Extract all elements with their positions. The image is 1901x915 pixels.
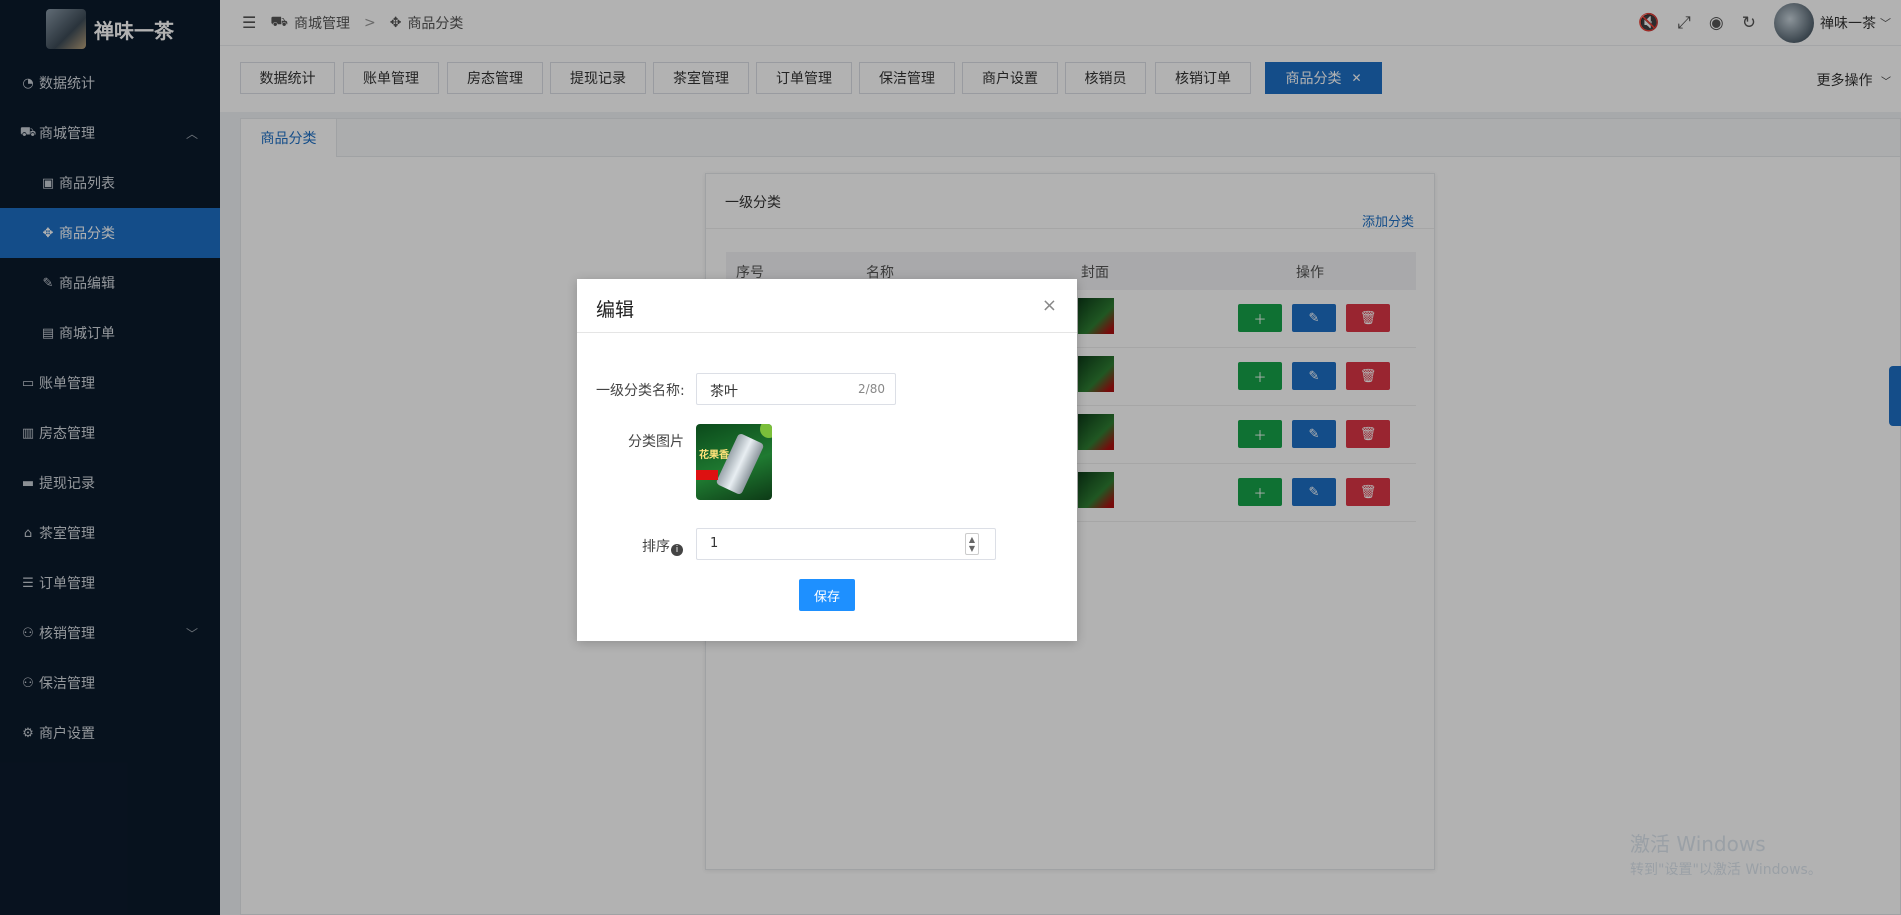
save-button[interactable]: 保存	[799, 579, 855, 611]
watermark-line2: 转到"设置"以激活 Windows。	[1630, 862, 1822, 878]
number-spinner[interactable]: ▲ ▼	[965, 533, 979, 555]
spin-down-icon[interactable]: ▼	[969, 544, 975, 553]
tea-can-graphic	[715, 432, 765, 496]
leaf-graphic	[760, 424, 772, 438]
edit-dialog: 编辑 × 一级分类名称: 茶叶 2/80 分类图片 花果香 排序 i 1 ▲ ▼ …	[577, 279, 1077, 641]
image-text: 花果香	[699, 450, 729, 461]
sort-label: 排序 i	[642, 536, 683, 556]
category-image-upload[interactable]: 花果香	[696, 424, 772, 500]
info-icon[interactable]: i	[671, 544, 683, 556]
sort-label-text: 排序	[642, 539, 670, 555]
close-icon[interactable]: ×	[1042, 295, 1057, 316]
windows-activation-watermark: 激活 Windows 转到"设置"以激活 Windows。	[1630, 828, 1822, 879]
sort-number-input[interactable]: 1 ▲ ▼	[696, 528, 996, 560]
red-tag-graphic	[696, 470, 718, 480]
spin-up-icon[interactable]: ▲	[969, 535, 975, 544]
input-value: 茶叶	[710, 384, 738, 400]
category-image-label: 分类图片	[628, 434, 684, 450]
watermark-line1: 激活 Windows	[1630, 832, 1766, 856]
dialog-title: 编辑	[596, 299, 635, 321]
category-name-input[interactable]: 茶叶 2/80	[696, 373, 896, 405]
category-name-label: 一级分类名称:	[596, 383, 685, 399]
dialog-header: 编辑 ×	[577, 279, 1077, 333]
input-value: 1	[710, 536, 719, 551]
char-counter: 2/80	[858, 382, 885, 396]
